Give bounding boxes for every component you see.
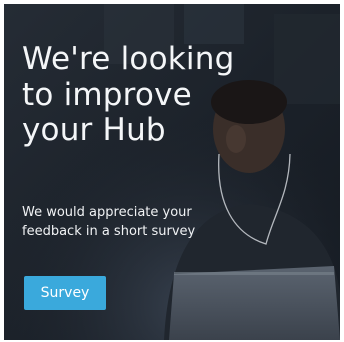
promo-headline: We're looking to improve your Hub <box>22 41 322 149</box>
headline-line: your Hub <box>22 112 166 149</box>
headline-line: to improve <box>22 76 192 113</box>
laptop <box>169 266 340 340</box>
subtext-line: feedback in a short survey <box>22 223 196 239</box>
survey-button[interactable]: Survey <box>24 276 106 310</box>
headline-line: We're looking <box>22 41 235 77</box>
promo-subtext: We would appreciate your feedback in a s… <box>22 204 282 242</box>
subtext-line: We would appreciate your <box>22 205 192 220</box>
survey-promo-card: We're looking to improve your Hub We wou… <box>4 4 340 340</box>
